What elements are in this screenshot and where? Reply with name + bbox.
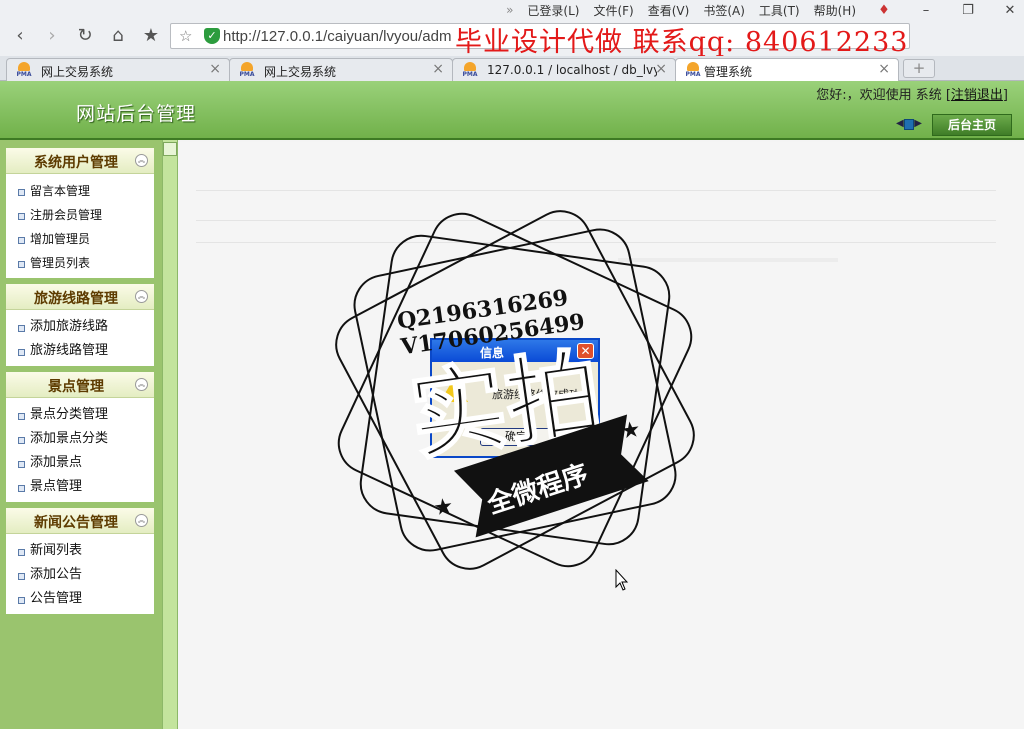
sidebar-item[interactable]: 管理员列表 [6,251,154,275]
sidebar-item[interactable]: 景点管理 [6,475,154,499]
sidebar-item[interactable]: 留言本管理 [6,179,154,203]
browser-tab[interactable]: PMA 网上交易系统 × [229,58,453,81]
divider [196,190,996,191]
phpmyadmin-icon: PMA [238,62,256,78]
tab-close-icon[interactable]: × [209,61,221,77]
sidebar-item[interactable]: 景点分类管理 [6,403,154,427]
menu-help[interactable]: 帮助(H) [814,2,856,19]
tab-label: 127.0.0.1 / localhost / db_lvyou / t [487,63,657,77]
dialog-close-icon[interactable]: ✕ [577,343,594,359]
sidebar-group-title: 景点管理 [48,379,104,395]
toggle-sidebar-icon[interactable]: ◀ ▶ [896,118,922,132]
contact-watermark: 毕业设计代做 联系qq: 840612233 [455,27,909,58]
menu-tools[interactable]: 工具(T) [759,2,800,19]
browser-toolbar: » 已登录(L) 文件(F) 查看(V) 书签(A) 工具(T) 帮助(H) ♦… [0,0,1024,58]
welcome-text: 您好:，欢迎使用 系统 [注销退出] [816,84,1008,103]
tab-label: 网上交易系统 [41,65,114,79]
site-title: 网站后台管理 [76,103,197,125]
sidebar-group-header[interactable]: 景点管理 ︽ [6,372,154,398]
divider [196,242,996,243]
sidebar-item[interactable]: 添加景点 [6,451,154,475]
new-tab-button[interactable]: + [903,59,935,78]
menu-file[interactable]: 文件(F) [593,2,633,19]
splitter-handle[interactable] [163,142,177,156]
tab-strip: PMA 网上交易系统 × PMA 网上交易系统 × PMA 127.0.0.1 … [0,56,1024,81]
collapse-icon[interactable]: ︽ [135,290,148,303]
admin-home-button[interactable]: 后台主页 [932,114,1012,136]
sidebar-group-users: 系统用户管理 ︽ 留言本管理 注册会员管理 增加管理员 管理员列表 [6,148,154,278]
sidebar-group-title: 新闻公告管理 [34,515,118,531]
favorite-star-icon[interactable]: ☆ [179,27,192,45]
browser-menubar: » 已登录(L) 文件(F) 查看(V) 书签(A) 工具(T) 帮助(H) ♦… [492,0,1024,20]
dialog-message: 旅游线路修改成功 [492,388,580,401]
phpmyadmin-icon: PMA [684,62,702,78]
dialog-title: 信息 [480,346,505,360]
address-text: http://127.0.0.1/caiyuan/lvyou/adm [223,28,452,45]
browser-tab-active[interactable]: PMA 管理系统 × [675,58,899,81]
sidebar-splitter[interactable] [162,140,178,729]
warning-icon [440,378,468,402]
bookmark-icon[interactable]: ★ [139,25,163,47]
menu-view[interactable]: 查看(V) [648,2,690,19]
phpmyadmin-icon: PMA [15,62,33,78]
browser-tab[interactable]: PMA 127.0.0.1 / localhost / db_lvyou / t… [452,58,676,81]
dialog-ok-button[interactable]: 确定 [480,428,552,446]
tab-close-icon[interactable]: × [878,61,890,77]
close-window-icon[interactable]: ✕ [996,3,1024,18]
sidebar-group-title: 系统用户管理 [34,155,118,171]
sidebar-item[interactable]: 增加管理员 [6,227,154,251]
alert-dialog: 信息 ✕ 旅游线路修改成功 确定 [430,338,600,458]
tab-label: 网上交易系统 [264,65,337,79]
mouse-cursor-icon [615,569,629,591]
chevron-right-icon[interactable]: » [506,3,513,17]
admin-header: 网站后台管理 您好:，欢迎使用 系统 [注销退出] ◀ ▶ 后台主页 [0,81,1024,140]
sidebar-group-scenic: 景点管理 ︽ 景点分类管理 添加景点分类 添加景点 景点管理 [6,372,154,502]
forward-icon[interactable]: › [40,25,64,47]
tab-close-icon[interactable]: × [655,61,667,77]
sidebar: 系统用户管理 ︽ 留言本管理 注册会员管理 增加管理员 管理员列表 旅游线路管理… [0,140,162,729]
sidebar-item[interactable]: 添加旅游线路 [6,315,154,339]
browser-tab[interactable]: PMA 网上交易系统 × [6,58,230,81]
dialog-titlebar: 信息 ✕ [432,340,598,362]
reload-icon[interactable]: ↻ [73,25,97,47]
sidebar-item[interactable]: 新闻列表 [6,539,154,563]
restore-icon[interactable]: ❐ [954,3,982,18]
collapse-icon[interactable]: ︽ [135,378,148,391]
main-content [178,142,1024,729]
sidebar-item[interactable]: 注册会员管理 [6,203,154,227]
sidebar-item[interactable]: 公告管理 [6,587,154,611]
menu-bookmarks[interactable]: 书签(A) [703,2,745,19]
shirt-icon[interactable]: ♦ [870,3,898,18]
sidebar-group-routes: 旅游线路管理 ︽ 添加旅游线路 旅游线路管理 [6,284,154,366]
tab-close-icon[interactable]: × [432,61,444,77]
back-icon[interactable]: ‹ [8,25,32,47]
menu-login[interactable]: 已登录(L) [527,2,579,19]
sidebar-group-header[interactable]: 新闻公告管理 ︽ [6,508,154,534]
logout-link[interactable]: 注销退出 [951,88,1003,103]
sidebar-group-news: 新闻公告管理 ︽ 新闻列表 添加公告 公告管理 [6,508,154,614]
security-shield-icon: ✓ [204,28,220,44]
sidebar-item[interactable]: 旅游线路管理 [6,339,154,363]
sidebar-group-title: 旅游线路管理 [34,291,118,307]
sidebar-item[interactable]: 添加景点分类 [6,427,154,451]
greeting-end: ] [1002,88,1008,103]
sidebar-group-header[interactable]: 系统用户管理 ︽ [6,148,154,174]
collapse-icon[interactable]: ︽ [135,514,148,527]
sidebar-item[interactable]: 添加公告 [6,563,154,587]
home-icon[interactable]: ⌂ [106,25,130,47]
divider [618,258,838,262]
collapse-icon[interactable]: ︽ [135,154,148,167]
phpmyadmin-icon: PMA [461,62,479,78]
divider [196,220,996,221]
minimize-icon[interactable]: – [912,3,940,18]
greeting: 您好:，欢迎使用 系统 [ [816,88,951,103]
sidebar-group-header[interactable]: 旅游线路管理 ︽ [6,284,154,310]
tab-label: 管理系统 [704,65,753,79]
